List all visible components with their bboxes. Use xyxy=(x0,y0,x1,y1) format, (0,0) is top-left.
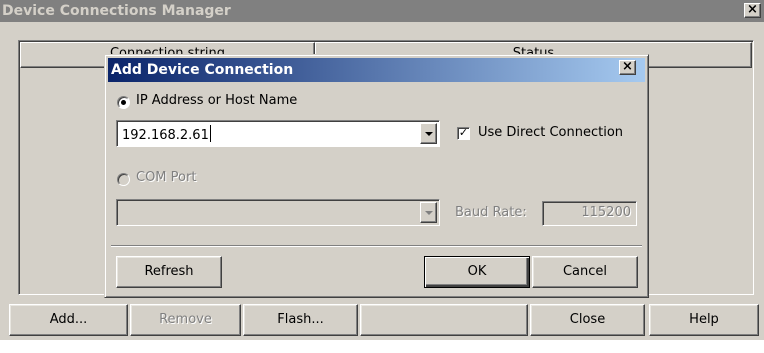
close-button[interactable]: Close xyxy=(530,304,645,336)
baud-rate-label: Baud Rate: xyxy=(455,205,527,220)
add-button[interactable]: Add... xyxy=(9,304,128,336)
flash-button[interactable]: Flash... xyxy=(243,304,358,336)
com-port-radio[interactable] xyxy=(117,173,130,186)
com-dropdown-button[interactable] xyxy=(420,202,437,223)
ip-address-combobox[interactable]: 192.168.2.61 xyxy=(116,120,440,147)
separator xyxy=(111,245,642,247)
button-panel-spacer xyxy=(360,304,528,336)
text-caret xyxy=(209,125,211,142)
close-icon[interactable]: × xyxy=(744,3,761,18)
cancel-button[interactable]: Cancel xyxy=(532,256,638,288)
ok-button[interactable]: OK xyxy=(424,256,530,288)
use-direct-connection-label[interactable]: Use Direct Connection xyxy=(478,125,623,140)
ip-address-label[interactable]: IP Address or Host Name xyxy=(136,93,297,108)
remove-button[interactable]: Remove xyxy=(130,304,241,336)
ip-dropdown-button[interactable] xyxy=(420,123,437,144)
dialog-title-bar[interactable]: Add Device Connection xyxy=(108,58,645,82)
baud-rate-field[interactable]: 115200 xyxy=(542,201,637,226)
chevron-down-icon xyxy=(425,132,433,136)
refresh-button[interactable]: Refresh xyxy=(116,256,222,288)
com-port-combobox[interactable] xyxy=(116,199,440,226)
close-icon[interactable]: × xyxy=(619,60,636,75)
add-device-connection-dialog: Add Device Connection × IP Address or Ho… xyxy=(104,54,649,298)
window-title-bar[interactable]: Device Connections Manager xyxy=(0,0,764,22)
ip-address-input[interactable]: 192.168.2.61 xyxy=(122,125,211,143)
ip-address-radio[interactable] xyxy=(117,96,130,109)
com-port-label[interactable]: COM Port xyxy=(136,170,196,185)
window-title: Device Connections Manager xyxy=(2,3,231,19)
chevron-down-icon xyxy=(425,211,433,215)
help-button[interactable]: Help xyxy=(649,304,759,336)
use-direct-connection-checkbox[interactable]: ✓ xyxy=(457,127,470,140)
ip-address-value: 192.168.2.61 xyxy=(122,128,209,143)
dialog-title: Add Device Connection xyxy=(111,62,294,78)
